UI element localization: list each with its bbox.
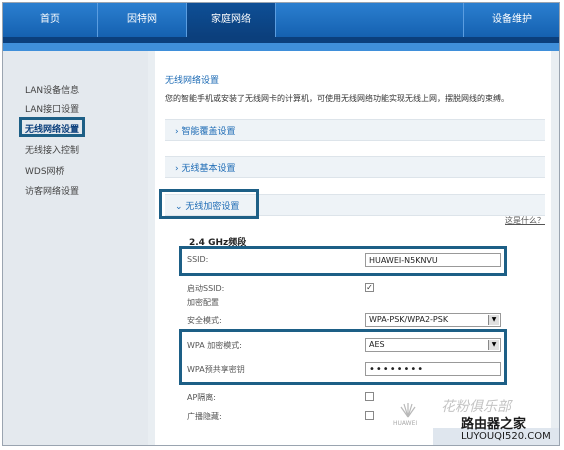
- sidebar-item-guest-network[interactable]: 访客网络设置: [25, 184, 79, 197]
- tab-internet[interactable]: 因特网: [98, 3, 187, 37]
- security-mode-value: WPA-PSK/WPA2-PSK: [369, 315, 449, 324]
- sidebar-item-wds-bridge[interactable]: WDS网桥: [25, 164, 65, 177]
- sidebar-item-wireless-access-control[interactable]: 无线接入控制: [25, 143, 79, 156]
- page-description: 您的智能手机或安装了无线网卡的计算机，可使用无线网络功能实现无线上网，摆脱网线的…: [165, 94, 509, 103]
- wpa-highlight-box: [179, 329, 507, 385]
- section-wireless-basic-label: › 无线基本设置: [175, 164, 236, 174]
- enable-ssid-checkbox[interactable]: ✓: [365, 283, 374, 292]
- page-title: 无线网络设置: [165, 76, 220, 86]
- what-is-this-link[interactable]: 这是什么？: [505, 215, 545, 226]
- encryption-config-row: 加密配置: [165, 293, 545, 313]
- section-smart-coverage[interactable]: › 智能覆盖设置: [165, 119, 545, 141]
- watermark-url: LUYOUQI520.COM: [461, 431, 551, 442]
- top-nav: 首页 因特网 家庭网络 设备维护: [3, 3, 559, 37]
- sidebar-item-lan-interface[interactable]: LAN接口设置: [25, 102, 79, 115]
- sidebar-item-lan-device-info[interactable]: LAN设备信息: [25, 83, 79, 96]
- section-smart-coverage-label: › 智能覆盖设置: [175, 127, 236, 137]
- main-panel: 无线网络设置 您的智能手机或安装了无线网卡的计算机，可使用无线网络功能实现无线上…: [155, 51, 551, 445]
- sidebar-highlight-box: [19, 117, 85, 137]
- tab-home[interactable]: 首页: [3, 3, 98, 37]
- watermark-luyouqi: 路由器之家: [461, 417, 527, 432]
- nav-accent-bar: [3, 43, 559, 51]
- tab-device-maintenance[interactable]: 设备维护: [463, 3, 559, 37]
- section-wireless-basic[interactable]: › 无线基本设置: [165, 156, 545, 178]
- router-admin-window: 首页 因特网 家庭网络 设备维护 LAN设备信息 LAN接口设置 无线网络设置 …: [2, 2, 560, 446]
- sidebar: LAN设备信息 LAN接口设置 无线网络设置 无线接入控制 WDS网桥 访客网络…: [3, 51, 148, 445]
- security-section-highlight-box: [159, 189, 259, 219]
- huawei-logo-icon: [395, 401, 421, 421]
- tab-home-network[interactable]: 家庭网络: [187, 3, 276, 37]
- dropdown-arrow-icon: ▼: [488, 315, 499, 325]
- security-mode-row: 安全模式: WPA-PSK/WPA2-PSK ▼: [165, 311, 545, 331]
- ap-isolation-checkbox[interactable]: [365, 392, 374, 401]
- security-mode-select[interactable]: WPA-PSK/WPA2-PSK ▼: [365, 313, 501, 327]
- huawei-logo-text: HUAWEI: [393, 420, 418, 427]
- broadcast-hide-checkbox[interactable]: [365, 411, 374, 420]
- ssid-highlight-box: [179, 246, 507, 276]
- encryption-config-label: 加密配置: [187, 298, 219, 307]
- security-mode-label: 安全模式:: [187, 316, 222, 325]
- broadcast-hide-label: 广播隐藏:: [187, 412, 222, 421]
- ap-isolation-label: AP隔离:: [187, 393, 216, 402]
